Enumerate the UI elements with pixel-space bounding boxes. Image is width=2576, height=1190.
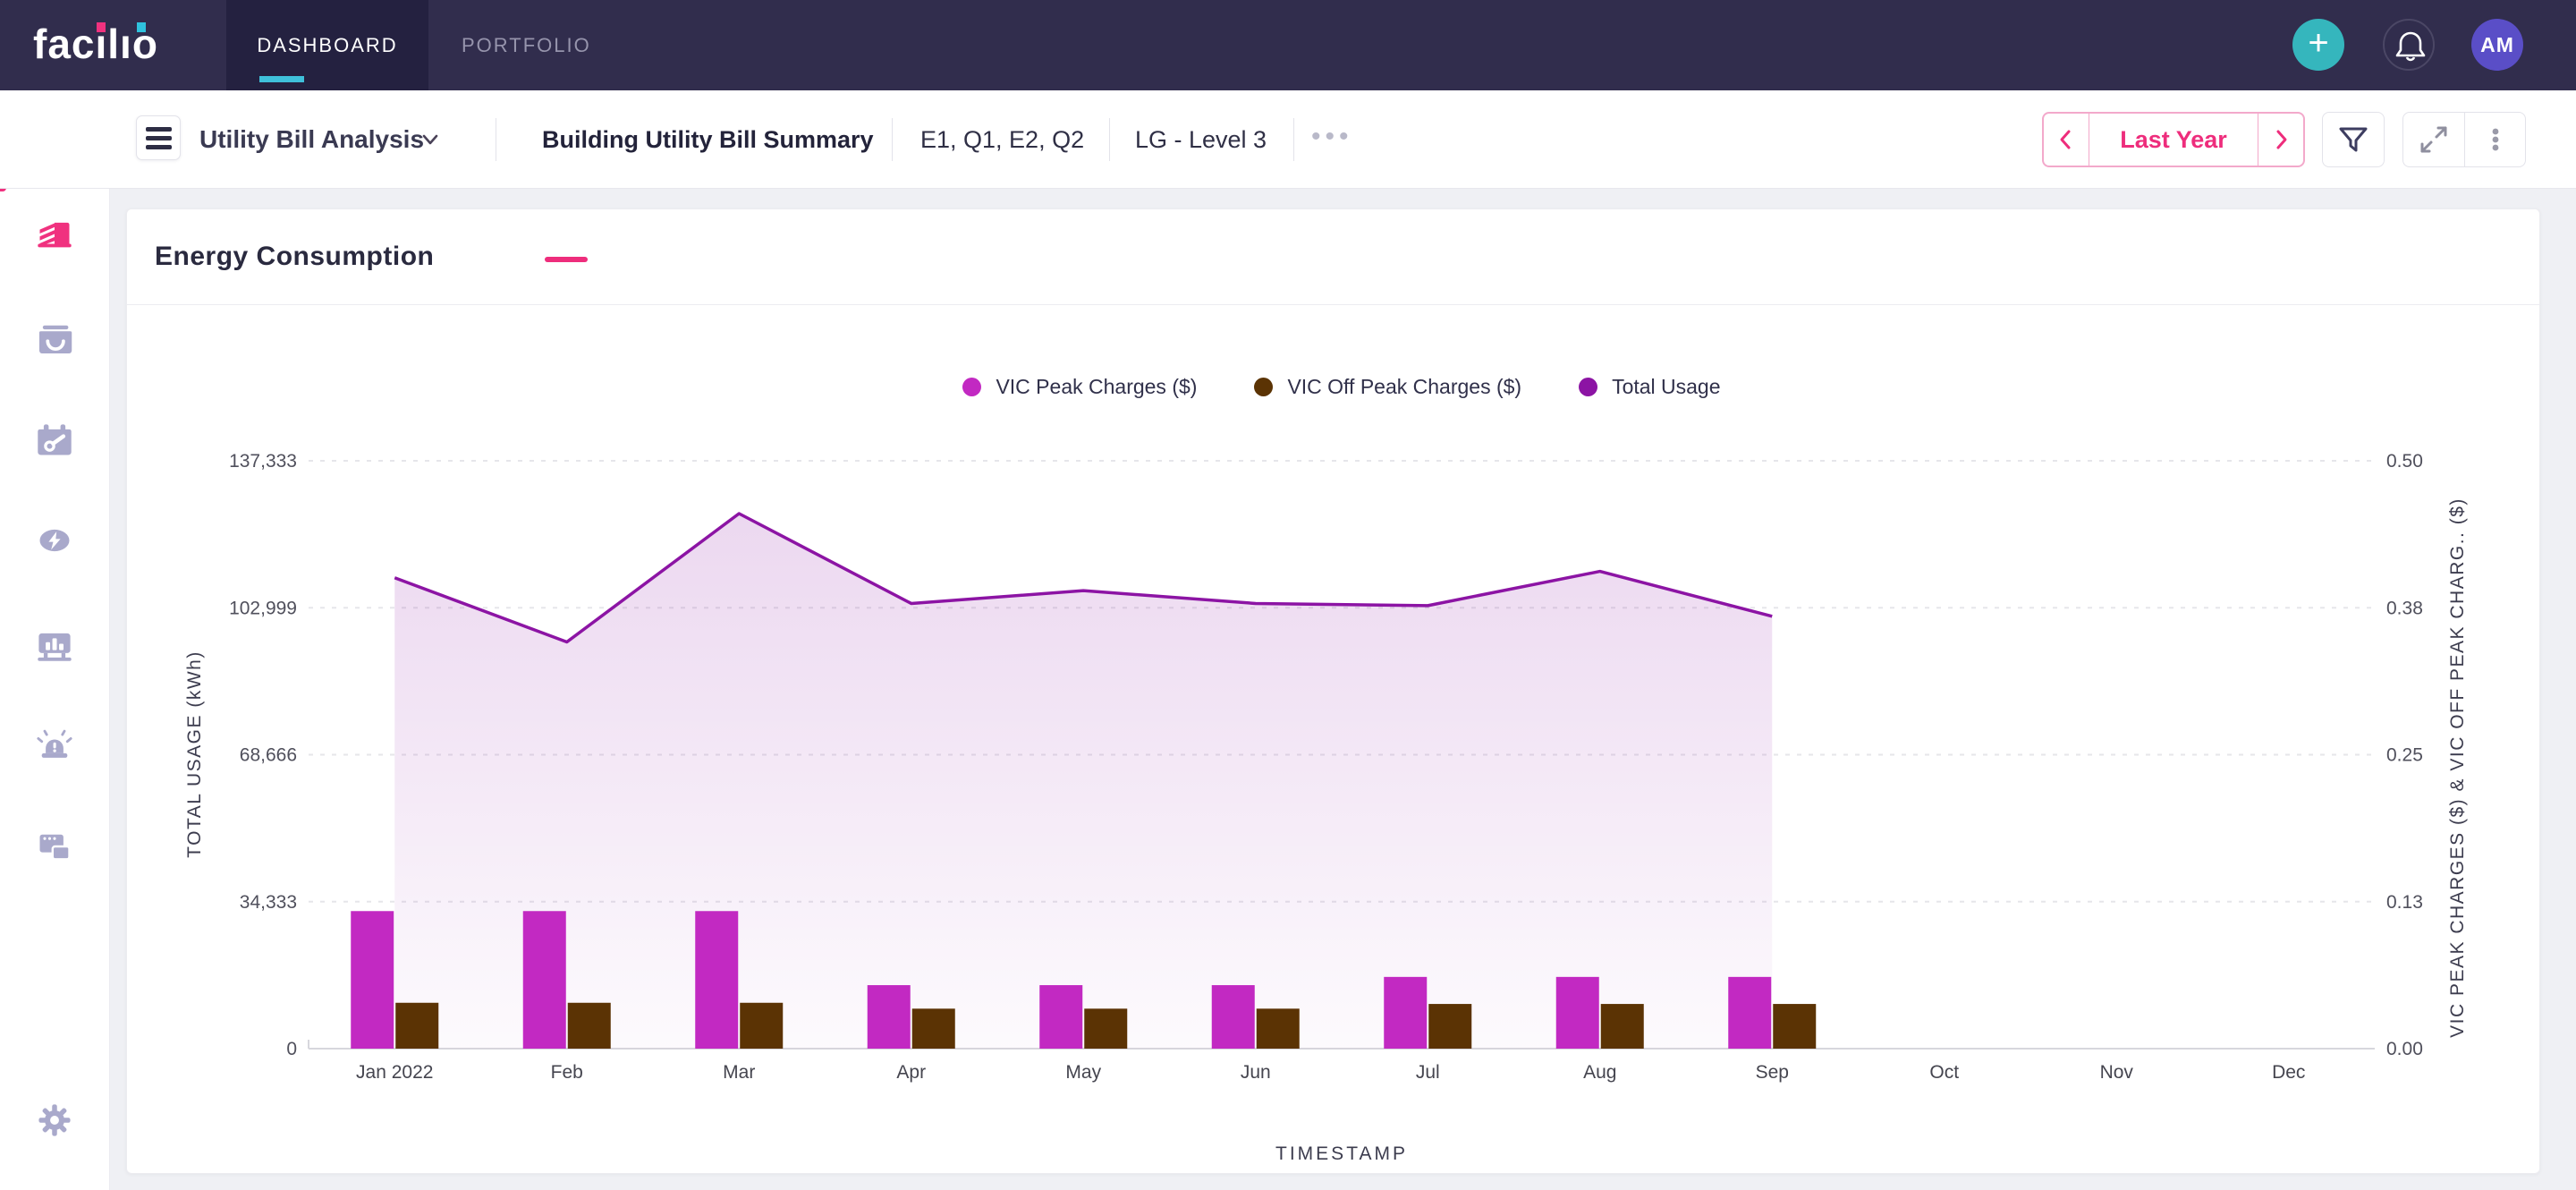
facilio-logo[interactable]: facılıo: [33, 20, 158, 68]
dashboard-folder-dropdown[interactable]: Utility Bill Analysis: [199, 90, 424, 189]
kebab-menu-button[interactable]: [2464, 112, 2525, 167]
active-dashboard-tab-underline: [545, 257, 588, 262]
more-tabs-button[interactable]: •••: [1311, 90, 1353, 189]
kebab-menu-icon: [2478, 122, 2513, 157]
legend-label: VIC Peak Charges ($): [996, 375, 1197, 399]
maintenance-icon: [35, 421, 74, 460]
tab-portfolio[interactable]: PORTFOLIO: [462, 0, 591, 90]
tab-lg-level-3[interactable]: LG - Level 3: [1135, 90, 1267, 189]
sidebar-item-maintenance[interactable]: [35, 421, 74, 460]
apps-icon: [35, 827, 74, 866]
energy-consumption-card: [126, 208, 2540, 1174]
user-avatar[interactable]: AM: [2471, 19, 2523, 71]
sidebar-item-settings[interactable]: [35, 1101, 74, 1140]
expand-icon: [2416, 122, 2452, 157]
chevron-right-icon: [2269, 127, 2292, 152]
chevron-left-icon: [2055, 127, 2078, 152]
widget-title: Energy Consumption: [155, 242, 434, 272]
inbox-icon: [35, 319, 74, 358]
settings-gear-icon: [35, 1101, 74, 1140]
tab-dashboard-label: DASHBOARD: [257, 34, 397, 56]
energy-icon: [35, 521, 74, 560]
bell-icon: [2385, 21, 2436, 72]
legend-dot-icon: [1579, 378, 1597, 396]
hamburger-icon: [146, 127, 172, 132]
date-range-picker: Last Year: [2042, 112, 2305, 167]
portfolio-building-icon: [35, 214, 74, 253]
notifications-button[interactable]: [2383, 19, 2435, 71]
legend-label: VIC Off Peak Charges ($): [1287, 375, 1521, 399]
tab-e1-q1-e2-q2[interactable]: E1, Q1, E2, Q2: [920, 90, 1084, 189]
sidebar-item-dashboards[interactable]: [35, 625, 74, 664]
tab-portfolio-label: PORTFOLIO: [462, 34, 591, 56]
chart-actions-group: [2402, 112, 2526, 167]
filter-button[interactable]: [2322, 112, 2385, 167]
top-navbar: facılıo DASHBOARD PORTFOLIO + AM: [0, 0, 2576, 90]
alarm-icon: [35, 725, 74, 764]
legend-item[interactable]: VIC Peak Charges ($): [962, 375, 1197, 399]
logo-dot-cyan: [137, 22, 146, 32]
legend-item[interactable]: Total Usage: [1579, 375, 1720, 399]
dashboard-toolbar: Utility Bill Analysis Building Utility B…: [0, 90, 2576, 189]
card-header-divider: [127, 304, 2539, 305]
chart-legend: VIC Peak Charges ($) VIC Off Peak Charges…: [309, 370, 2375, 403]
expand-button[interactable]: [2403, 112, 2464, 167]
date-range-label[interactable]: Last Year: [2089, 114, 2258, 166]
dashboard-board-icon: [35, 625, 74, 664]
legend-item[interactable]: VIC Off Peak Charges ($): [1254, 375, 1521, 399]
legend-label: Total Usage: [1612, 375, 1720, 399]
sidebar-item-portfolio[interactable]: [35, 214, 74, 253]
logo-dot-pink: [97, 22, 106, 32]
sidebar-item-alarms[interactable]: [35, 725, 74, 764]
tab-dashboard[interactable]: DASHBOARD: [226, 0, 428, 90]
sidebar-item-inbox[interactable]: [35, 319, 74, 358]
previous-period-button[interactable]: [2044, 114, 2089, 166]
app-sidebar: [0, 90, 110, 1190]
sidebar-item-apps[interactable]: [35, 827, 74, 866]
y-axis-left-title: TOTAL USAGE (kWh): [184, 650, 206, 858]
x-axis-title: TIMESTAMP: [1275, 1143, 1408, 1165]
legend-dot-icon: [962, 378, 981, 396]
y-axis-right-title: VIC PEAK CHARGES ($) & VIC OFF PEAK CHAR…: [2447, 497, 2469, 1038]
next-period-button[interactable]: [2258, 114, 2303, 166]
dashboard-list-button[interactable]: [136, 115, 181, 160]
sidebar-item-energy[interactable]: [35, 521, 74, 560]
tab-building-utility-bill-summary[interactable]: Building Utility Bill Summary: [542, 90, 874, 189]
active-tab-underline: [259, 76, 304, 82]
legend-dot-icon: [1254, 378, 1273, 396]
add-button[interactable]: +: [2292, 19, 2344, 71]
chevron-down-icon[interactable]: [419, 128, 442, 151]
filter-icon: [2335, 122, 2371, 157]
